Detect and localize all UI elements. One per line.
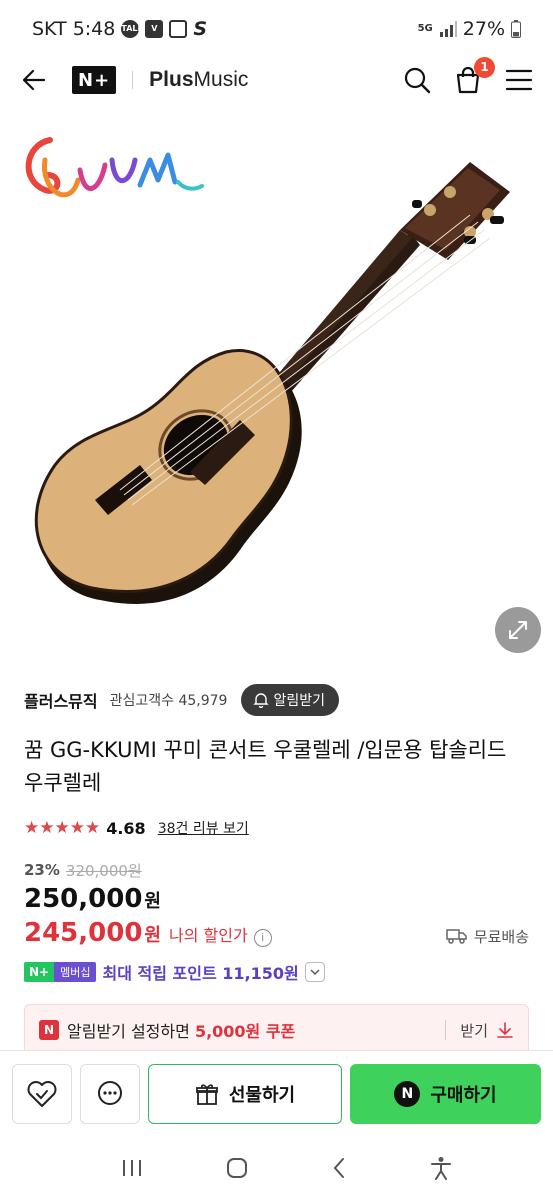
npay-badge: N [394, 1080, 421, 1107]
download-icon [497, 1022, 513, 1038]
brand-logo-graphic [25, 137, 204, 198]
system-nav-bar [0, 1136, 553, 1200]
chevron-down-icon[interactable] [304, 962, 325, 982]
s-notification-icon: S [193, 18, 208, 40]
bell-plus-icon [253, 693, 270, 708]
discount-rate: 23% [24, 861, 60, 879]
sale-price: 250,000 [24, 884, 143, 914]
my-discount-price-unit: 원 [144, 925, 161, 946]
home-icon[interactable] [226, 1157, 248, 1179]
zoom-expand-button[interactable] [495, 607, 541, 653]
my-price-row: 245,000 원 나의 할인가 i 무료배송 [24, 918, 529, 954]
nplus-badge: N+ [24, 962, 55, 982]
product-title: 꿈 GG-KKUMI 꾸미 콘서트 우쿨렐레 /입문용 탑솔리드 우쿠렐레 [24, 738, 507, 795]
free-shipping: 무료배송 [446, 926, 529, 947]
chat-bubble-icon [98, 1080, 122, 1105]
original-price: 320,000원 [65, 861, 142, 880]
gift-button[interactable]: 선물하기 [148, 1063, 342, 1124]
gift-label: 선물하기 [228, 1084, 296, 1106]
ukulele-body [34, 214, 491, 604]
header-divider [132, 71, 134, 89]
app-notification-icon: V [145, 20, 164, 38]
cart-count-badge: 1 [474, 57, 495, 78]
back-arrow-icon[interactable] [20, 66, 48, 94]
coupon-divider [445, 1020, 447, 1040]
max-points-text: 최대 적립 포인트 11,150원 [102, 964, 299, 983]
delivery-truck-icon [446, 929, 467, 944]
app-header: N+ PlusMusic 1 [0, 57, 553, 102]
seller-name[interactable]: 플러스뮤직 [24, 688, 98, 712]
original-price-row: 23% 320,000원 [24, 858, 142, 882]
search-icon[interactable] [403, 66, 431, 94]
bottom-action-bar: 선물하기 N 구매하기 [0, 1050, 553, 1136]
back-icon[interactable] [331, 1157, 347, 1179]
coupon-download-button[interactable]: 받기 [460, 1020, 514, 1041]
ukulele-image [25, 137, 510, 604]
rating-row: ★★★★★ 4.68 38건 리뷰 보기 [24, 816, 249, 840]
chat-button[interactable] [80, 1063, 140, 1124]
recent-apps-icon[interactable] [121, 1158, 143, 1178]
rating-value: 4.68 [106, 818, 146, 838]
heart-check-icon [27, 1080, 57, 1107]
points-row[interactable]: N+ 멤버십 최대 적립 포인트 11,150원 [24, 960, 325, 984]
rating-stars-icon: ★★★★★ [24, 818, 101, 838]
coupon-download-label: 받기 [460, 1021, 488, 1040]
review-link[interactable]: 38건 리뷰 보기 [158, 818, 249, 838]
cart-button[interactable]: 1 [453, 57, 495, 95]
gift-icon [195, 1083, 218, 1105]
sale-price-unit: 원 [144, 891, 161, 912]
expand-arrows-icon [509, 621, 527, 639]
wishlist-button[interactable] [12, 1063, 72, 1124]
menu-icon[interactable] [505, 69, 533, 91]
product-image[interactable] [0, 120, 553, 665]
buy-label: 구매하기 [430, 1084, 497, 1106]
carrier-time: SKT 5:48 [32, 18, 116, 40]
status-bar: SKT 5:48 TALK V S 5G 27% [0, 0, 553, 58]
signal-icon [439, 21, 457, 37]
store-name[interactable]: PlusMusic [149, 68, 248, 92]
battery-icon [511, 20, 521, 38]
info-icon[interactable]: i [253, 929, 272, 947]
accessibility-icon[interactable] [430, 1156, 452, 1180]
coupon-text: 알림받기 설정하면 5,000원 쿠폰 [67, 1022, 296, 1041]
my-discount-price: 245,000 [24, 918, 143, 948]
nplus-logo[interactable]: N+ [72, 66, 117, 94]
talk-notification-icon: TALK [121, 20, 144, 38]
n-coupon-badge: N [39, 1020, 59, 1040]
subscribe-alert-label: 알림받기 [273, 693, 325, 709]
network-type: 5G [417, 23, 433, 34]
gallery-notification-icon [169, 20, 188, 38]
price-row: 250,000 원 [24, 884, 161, 920]
subscribe-alert-button[interactable]: 알림받기 [241, 684, 339, 716]
seller-fans-count: 관심고객수 45,979 [109, 693, 228, 709]
battery-percent: 27% [462, 18, 505, 40]
seller-row: 플러스뮤직 관심고객수 45,979 알림받기 [24, 684, 529, 716]
coupon-banner[interactable]: N 알림받기 설정하면 5,000원 쿠폰 받기 [24, 1004, 529, 1056]
my-discount-label: 나의 할인가 [168, 926, 248, 945]
membership-badge: 멤버십 [54, 962, 97, 982]
free-shipping-label: 무료배송 [473, 927, 529, 946]
buy-button[interactable]: N 구매하기 [350, 1063, 541, 1124]
